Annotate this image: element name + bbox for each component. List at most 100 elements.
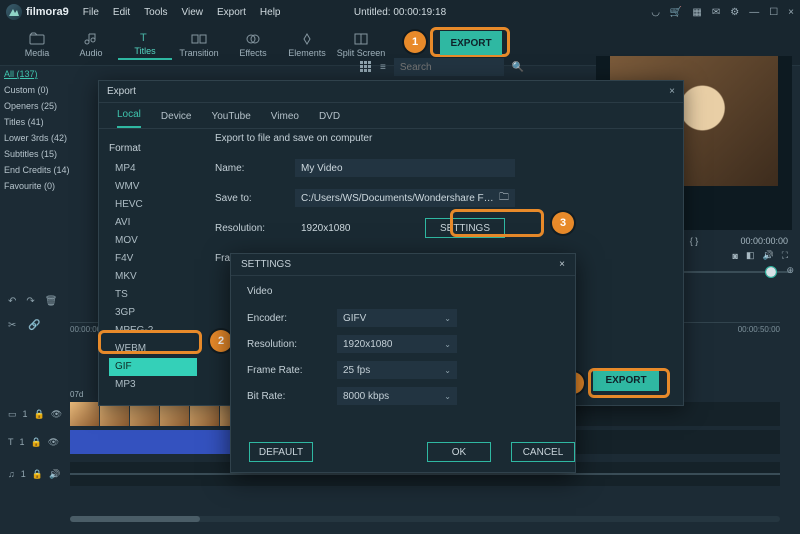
settings-ok-button[interactable]: OK: [427, 442, 491, 462]
split-icon[interactable]: ✂: [8, 320, 16, 331]
cart-icon[interactable]: 🛒: [670, 7, 682, 18]
cat-favourite[interactable]: Favourite (0): [4, 178, 102, 194]
track-mute-icon[interactable]: 🔊: [49, 469, 60, 480]
export-tab-youtube[interactable]: YouTube: [211, 111, 250, 128]
expand-icon[interactable]: { }: [690, 236, 699, 246]
menu-edit[interactable]: Edit: [113, 7, 130, 18]
list-view-icon[interactable]: ≡: [380, 62, 386, 73]
tab-effects[interactable]: Effects: [226, 32, 280, 58]
export-tab-vimeo[interactable]: Vimeo: [271, 111, 299, 128]
zoom-knob[interactable]: [766, 267, 776, 277]
tab-audio[interactable]: Audio: [64, 32, 118, 58]
export-button-ribbon[interactable]: EXPORT: [440, 31, 502, 55]
format-ts[interactable]: TS: [109, 286, 197, 304]
timeline-scrollbar[interactable]: [70, 516, 780, 522]
tab-media[interactable]: Media: [10, 32, 64, 58]
settings-br-label: Bit Rate:: [247, 391, 337, 402]
format-mov[interactable]: MOV: [109, 232, 197, 250]
menu-view[interactable]: View: [182, 7, 204, 18]
mark-in-icon[interactable]: ◧: [746, 250, 755, 261]
format-hevc[interactable]: HEVC: [109, 196, 197, 214]
cat-openers[interactable]: Openers (25): [4, 98, 102, 114]
track-visible-icon-t[interactable]: 👁: [48, 437, 59, 448]
cat-lower3rds[interactable]: Lower 3rds (42): [4, 130, 102, 146]
settings-res-select[interactable]: 1920x1080 ⌄: [337, 335, 457, 353]
format-f4v[interactable]: F4V: [109, 250, 197, 268]
format-mp3[interactable]: MP3: [109, 376, 197, 394]
format-3gp[interactable]: 3GP: [109, 304, 197, 322]
cat-all[interactable]: All (137): [4, 66, 102, 82]
tab-transition[interactable]: Transition: [172, 32, 226, 58]
track-visible-icon[interactable]: 👁: [51, 409, 62, 420]
format-mkv[interactable]: MKV: [109, 268, 197, 286]
snapshot-icon[interactable]: ◙: [733, 251, 738, 261]
window-minimize[interactable]: —: [749, 7, 759, 18]
zoom-fit-icon[interactable]: ⊕: [786, 265, 794, 276]
menu-export[interactable]: Export: [217, 7, 246, 18]
name-input[interactable]: My Video: [295, 159, 515, 177]
window-maximize[interactable]: ☐: [769, 7, 778, 18]
format-wmv[interactable]: WMV: [109, 178, 197, 196]
export-tab-local[interactable]: Local: [117, 109, 141, 128]
apps-icon[interactable]: ▦: [692, 7, 701, 18]
account-icon[interactable]: ◡: [651, 7, 660, 18]
export-dialog-close[interactable]: ×: [669, 86, 675, 97]
browse-folder-icon[interactable]: 🗀: [499, 190, 509, 207]
track-lock-icon-a[interactable]: 🔒: [32, 469, 43, 480]
menu-help[interactable]: Help: [260, 7, 281, 18]
grid-view-icon[interactable]: [360, 61, 372, 73]
menu-tools[interactable]: Tools: [144, 7, 167, 18]
format-webm[interactable]: WEBM: [109, 340, 197, 358]
encoder-select[interactable]: GIFV ⌄: [337, 309, 457, 327]
search-icon[interactable]: 🔍: [512, 62, 524, 73]
step-badge-3: 3: [552, 212, 574, 234]
settings-dialog-title: SETTINGS: [241, 259, 291, 270]
cat-custom[interactable]: Custom (0): [4, 82, 102, 98]
mail-icon[interactable]: ✉: [712, 7, 720, 18]
settings-icon[interactable]: ⚙: [730, 7, 739, 18]
timeline-scroll-thumb[interactable]: [70, 516, 200, 522]
chevron-down-icon: ⌄: [444, 314, 451, 323]
undo-icon[interactable]: ↶: [8, 296, 16, 307]
step-badge-2: 2: [210, 330, 232, 352]
export-button-dialog[interactable]: EXPORT: [593, 369, 659, 391]
ruler-tick-1: 00:00:50:00: [738, 325, 780, 334]
search-input[interactable]: [394, 58, 504, 76]
document-title: Untitled: 00:00:19:18: [354, 7, 446, 18]
fullscreen-icon[interactable]: ⛶: [782, 250, 788, 261]
cat-subtitles[interactable]: Subtitles (15): [4, 146, 102, 162]
export-tab-dvd[interactable]: DVD: [319, 111, 340, 128]
settings-dialog-close[interactable]: ×: [559, 259, 565, 270]
step-badge-1: 1: [404, 31, 426, 53]
format-mpeg2[interactable]: MPEG-2: [109, 322, 197, 340]
resolution-value: 1920x1080: [295, 219, 405, 237]
name-label: Name:: [215, 163, 295, 174]
track-lock-icon[interactable]: 🔒: [34, 409, 45, 420]
link-icon[interactable]: 🔗: [28, 320, 40, 331]
track-lock-icon-t[interactable]: 🔒: [31, 437, 42, 448]
elements-icon: [299, 32, 315, 46]
redo-icon[interactable]: ↷: [26, 296, 34, 307]
format-avi[interactable]: AVI: [109, 214, 197, 232]
cat-endcredits[interactable]: End Credits (14): [4, 162, 102, 178]
tab-split-screen[interactable]: Split Screen: [334, 32, 388, 58]
settings-br-select[interactable]: 8000 kbps ⌄: [337, 387, 457, 405]
settings-cancel-button[interactable]: CANCEL: [511, 442, 575, 462]
transition-icon: [191, 32, 207, 46]
format-mp4[interactable]: MP4: [109, 160, 197, 178]
export-tab-device[interactable]: Device: [161, 111, 192, 128]
settings-button[interactable]: SETTINGS: [425, 218, 505, 238]
window-close[interactable]: ×: [788, 7, 794, 18]
title-categories: All (137) Custom (0) Openers (25) Titles…: [4, 66, 102, 194]
cat-titles[interactable]: Titles (41): [4, 114, 102, 130]
format-gif[interactable]: GIF: [109, 358, 197, 376]
settings-default-button[interactable]: DEFAULT: [249, 442, 313, 462]
tab-titles[interactable]: T Titles: [118, 30, 172, 60]
delete-icon[interactable]: 🗑: [45, 296, 58, 307]
menu-file[interactable]: File: [83, 7, 99, 18]
tab-elements[interactable]: Elements: [280, 32, 334, 58]
save-to-input[interactable]: C:/Users/WS/Documents/Wondershare Film 🗀: [295, 189, 515, 207]
export-heading: Export to file and save on computer: [215, 133, 669, 144]
volume-icon[interactable]: 🔊: [762, 250, 773, 261]
settings-fr-select[interactable]: 25 fps ⌄: [337, 361, 457, 379]
